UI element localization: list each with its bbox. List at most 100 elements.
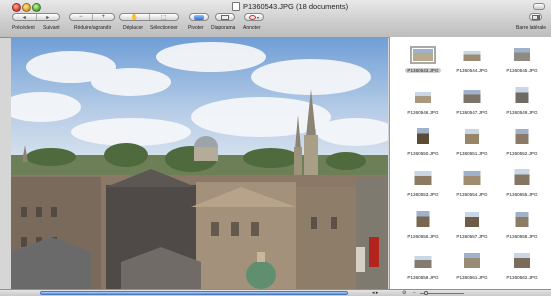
thumbnail-caption: P1360549.JPG bbox=[497, 110, 547, 115]
thumbnail-image bbox=[514, 48, 530, 61]
move-tool-button[interactable]: ✋ bbox=[120, 14, 150, 21]
thumbnail-item[interactable]: P1360544.JPG bbox=[447, 41, 497, 81]
annotate-button[interactable]: ▾ bbox=[244, 13, 264, 21]
thumbnail-caption: P1360555.JPG bbox=[497, 192, 547, 197]
thumbnail-filename: P1360550.JPG bbox=[407, 151, 439, 156]
thumbnail-item[interactable]: P1360557.JPG bbox=[447, 207, 497, 247]
previous-button[interactable]: ◂ bbox=[13, 14, 37, 21]
thumbnail-item[interactable]: P1360556.JPG bbox=[398, 207, 448, 247]
zoom-in-button[interactable]: + bbox=[93, 14, 115, 20]
thumbnail-item[interactable]: P1360551.JPG bbox=[447, 124, 497, 164]
prev-next-control: ◂ ▸ bbox=[12, 13, 60, 21]
thumbnail-caption: P1360547.JPG bbox=[447, 110, 497, 115]
thumbnail-image bbox=[465, 129, 479, 144]
select-tool-button[interactable]: ⬚ bbox=[150, 14, 179, 21]
thumbnail-filename: P1360556.JPG bbox=[407, 234, 439, 239]
thumbnail-image bbox=[515, 87, 529, 103]
thumbnail-item[interactable]: P1360552.JPG bbox=[497, 124, 547, 164]
thumbnail-filename: P1360549.JPG bbox=[506, 110, 538, 115]
thumbnail-item[interactable]: P1360545.JPG bbox=[497, 41, 547, 81]
thumbnail-caption: P1360550.JPG bbox=[398, 151, 448, 156]
thumbnail-caption: P1360552.JPG bbox=[497, 151, 547, 156]
thumbnail-item[interactable]: P1360554.JPG bbox=[447, 165, 497, 205]
zoom-control: − + bbox=[69, 13, 115, 21]
thumbnail-image bbox=[414, 256, 432, 268]
document-icon bbox=[232, 2, 240, 11]
slider-knob[interactable] bbox=[424, 291, 428, 295]
thumbnail-filename: P1360547.JPG bbox=[456, 110, 488, 115]
thumbnail-filename: P1360546.JPG bbox=[407, 110, 439, 115]
thumbnail-item[interactable]: P1360562.JPG bbox=[497, 248, 547, 288]
select-label: Sélectionner bbox=[150, 25, 178, 31]
rotate-button[interactable] bbox=[189, 13, 209, 21]
rotate-icon bbox=[194, 14, 204, 20]
main-image[interactable] bbox=[11, 37, 388, 289]
sidebar-button[interactable] bbox=[529, 13, 542, 21]
thumbnail-caption: P1360551.JPG bbox=[447, 151, 497, 156]
thumbnail-filename: P1360562.JPG bbox=[506, 275, 538, 280]
thumbnail-filename: P1360553.JPG bbox=[407, 192, 439, 197]
thumbnail-caption: P1360556.JPG bbox=[398, 234, 448, 239]
thumbnail-caption: P1360544.JPG bbox=[447, 68, 497, 73]
hand-icon: ✋ bbox=[130, 14, 138, 21]
slideshow-icon bbox=[221, 14, 229, 20]
thumbnail-image bbox=[464, 253, 480, 268]
sidebar-label: Barre latérale bbox=[516, 25, 547, 31]
horizontal-scrollbar[interactable] bbox=[40, 291, 348, 295]
thumbnail-item[interactable]: P1360549.JPG bbox=[497, 83, 547, 123]
thumbnail-image bbox=[463, 171, 481, 185]
thumbnail-item[interactable]: P1360543.JPG bbox=[398, 41, 448, 81]
thumbnail-filename: P1360543.JPG bbox=[405, 68, 441, 73]
zoom-label: Réduire/agrandir bbox=[74, 25, 112, 31]
thumbnail-item[interactable]: P1360546.JPG bbox=[398, 83, 448, 123]
settings-icon[interactable]: ⚙ bbox=[402, 290, 406, 296]
thumbnail-item[interactable]: P1360559.JPG bbox=[398, 248, 448, 288]
thumbnail-filename: P1360559.JPG bbox=[407, 275, 439, 280]
thumbnail-caption: P1360561.JPG bbox=[447, 275, 497, 280]
slideshow-label: Diaporama bbox=[211, 25, 236, 31]
zoom-window-icon[interactable] bbox=[32, 3, 41, 12]
toolbar: P1360543.JPG (18 documents) ◂ ▸ Précéden… bbox=[0, 0, 551, 38]
thumbnail-filename: P1360561.JPG bbox=[456, 275, 488, 280]
thumbnail-item[interactable]: P1360547.JPG bbox=[447, 83, 497, 123]
sidebar-icon bbox=[531, 14, 540, 20]
thumbnail-image bbox=[417, 128, 429, 144]
next-label: Suivant bbox=[43, 25, 60, 31]
right-arrow-icon: ▸ bbox=[46, 14, 50, 21]
close-window-icon[interactable] bbox=[12, 3, 21, 12]
zoom-out-icon[interactable]: − bbox=[413, 290, 416, 296]
rotate-label: Pivoter bbox=[188, 25, 204, 31]
zoom-out-button[interactable]: − bbox=[70, 14, 93, 20]
toolbar-toggle-button[interactable] bbox=[533, 3, 545, 10]
annotate-label: Annoter bbox=[243, 25, 261, 31]
thumbnail-item[interactable]: P1360555.JPG bbox=[497, 165, 547, 205]
thumbnail-caption: P1360557.JPG bbox=[447, 234, 497, 239]
thumbnail-image bbox=[463, 51, 481, 61]
minimize-window-icon[interactable] bbox=[22, 3, 31, 12]
thumbnail-image bbox=[515, 212, 529, 227]
scroll-arrows[interactable]: ◂ ▸ bbox=[372, 290, 378, 296]
thumbnail-image bbox=[463, 90, 481, 103]
next-button[interactable]: ▸ bbox=[37, 14, 60, 21]
thumbnail-filename: P1360551.JPG bbox=[456, 151, 488, 156]
thumbnail-image bbox=[465, 212, 479, 227]
thumbnail-sidebar: P1360543.JPG P1360544.JPG P1360545.JPG P136… bbox=[389, 37, 551, 289]
thumbnail-caption: P1360545.JPG bbox=[497, 68, 547, 73]
thumbnail-item[interactable]: P1360550.JPG bbox=[398, 124, 448, 164]
thumbnail-filename: P1360552.JPG bbox=[506, 151, 538, 156]
window-title-text: P1360543.JPG (18 documents) bbox=[243, 2, 349, 11]
thumbnail-item[interactable]: P1360553.JPG bbox=[398, 165, 448, 205]
chevron-down-icon: ▾ bbox=[256, 14, 259, 20]
status-bar: ◂ ▸ ⚙ − bbox=[0, 289, 551, 296]
thumbnail-item[interactable]: P1360561.JPG bbox=[447, 248, 497, 288]
thumbnail-item[interactable]: P1360558.JPG bbox=[497, 207, 547, 247]
thumbnail-image bbox=[415, 92, 431, 103]
select-icon: ⬚ bbox=[160, 14, 167, 21]
thumbnail-caption: P1360543.JPG bbox=[398, 68, 448, 73]
oxford-skyline-photo bbox=[11, 37, 388, 289]
thumbnail-caption: P1360562.JPG bbox=[497, 275, 547, 280]
thumbnail-caption: P1360554.JPG bbox=[447, 192, 497, 197]
thumbnail-filename: P1360554.JPG bbox=[456, 192, 488, 197]
thumbnail-filename: P1360558.JPG bbox=[506, 234, 538, 239]
slideshow-button[interactable] bbox=[215, 13, 235, 21]
